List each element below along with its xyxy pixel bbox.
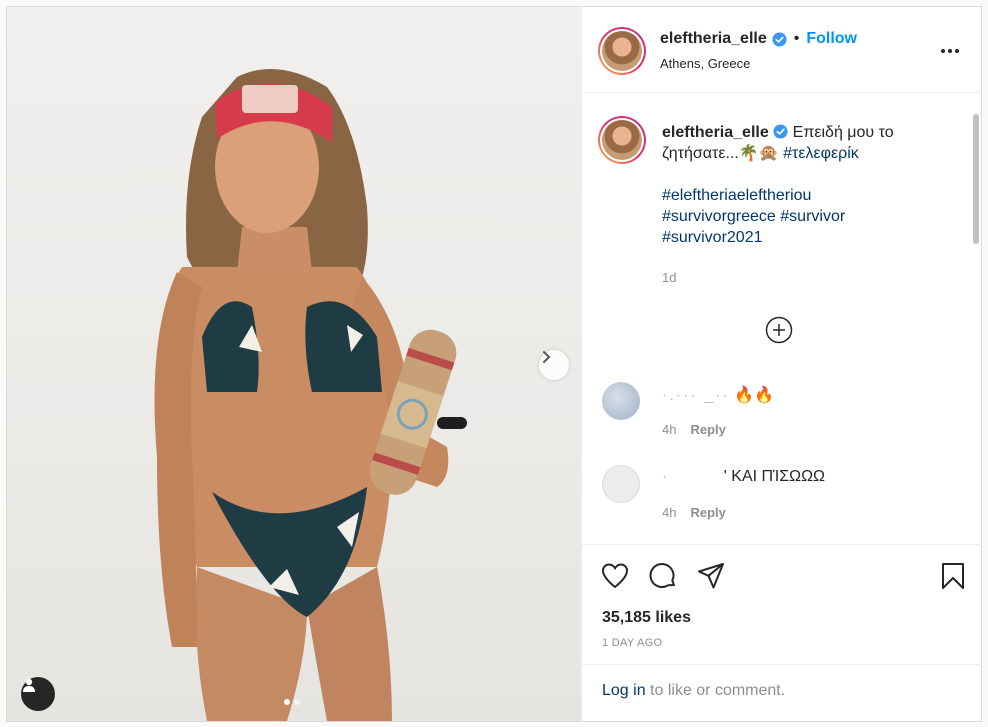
login-prompt-text: to like or comment. <box>645 682 786 699</box>
post-location[interactable]: Athens, Greece <box>660 56 750 71</box>
commenter-avatar[interactable] <box>602 382 640 420</box>
verified-badge-icon <box>772 31 787 47</box>
comment-meta: 4h Reply <box>662 505 726 520</box>
comment-body: 🔥🔥 <box>734 387 775 404</box>
author-username[interactable]: eleftheria_elle <box>660 30 767 48</box>
hashtag-link[interactable]: #eleftheriaeleftheriou <box>662 187 811 204</box>
comment-meta: 4h Reply <box>662 422 726 437</box>
caption-username[interactable]: eleftheria_elle <box>662 124 769 141</box>
comment-bubble-icon[interactable] <box>648 561 678 591</box>
next-image-button[interactable] <box>539 350 569 380</box>
post-photo[interactable] <box>7 7 581 721</box>
hashtag-link[interactable]: #survivorgreece <box>662 208 776 225</box>
plus-circle-icon <box>765 316 793 344</box>
carousel-dot-active <box>284 699 290 705</box>
blurred-username: ·.··· _·· <box>662 387 730 404</box>
caption-timestamp[interactable]: 1d <box>662 270 676 285</box>
tagged-users-button[interactable] <box>21 677 55 711</box>
photo-illustration <box>154 69 467 721</box>
login-prompt: Log in to like or comment. <box>582 664 982 721</box>
blurred-username: · <box>662 468 670 485</box>
comment-text: · ' ΚΑΙ ΠΊΣΩΩΩ <box>662 468 825 486</box>
comment-time[interactable]: 4h <box>662 505 676 520</box>
dot-separator: • <box>793 30 800 47</box>
comment-text: ·.··· _·· 🔥🔥 <box>662 385 774 405</box>
hashtag-link[interactable]: #survivor <box>780 208 845 225</box>
share-send-icon[interactable] <box>696 561 726 591</box>
comments-section[interactable]: eleftheria_elle Επειδή μου το ζητήσατε..… <box>582 94 982 544</box>
user-icon <box>23 678 35 692</box>
action-bar: 35,185 likes 1 DAY AGO <box>582 544 982 664</box>
chevron-right-icon <box>543 351 551 363</box>
more-options-icon[interactable] <box>941 41 961 61</box>
verified-badge-icon <box>773 124 788 139</box>
reply-button[interactable]: Reply <box>690 505 725 520</box>
like-heart-icon[interactable] <box>600 561 630 591</box>
comments-scrollbar[interactable] <box>973 114 979 244</box>
post-caption: eleftheria_elle Επειδή μου το ζητήσατε..… <box>662 122 952 248</box>
likes-count[interactable]: 35,185 likes <box>602 609 691 627</box>
post-header: eleftheria_elle • Follow Athens, Greece <box>582 7 981 93</box>
author-name-row: eleftheria_elle • Follow <box>660 30 857 48</box>
comment-time[interactable]: 4h <box>662 422 676 437</box>
post-date[interactable]: 1 DAY AGO <box>602 637 662 649</box>
comment-body: ' ΚΑΙ ΠΊΣΩΩΩ <box>723 468 825 485</box>
carousel-dot <box>294 699 300 705</box>
post-frame: eleftheria_elle • Follow Athens, Greece … <box>6 6 982 722</box>
save-bookmark-icon[interactable] <box>938 561 968 591</box>
caption-author-avatar[interactable] <box>598 116 646 164</box>
follow-button[interactable]: Follow <box>806 30 857 48</box>
login-link[interactable]: Log in <box>602 682 646 699</box>
hashtag-link[interactable]: #survivor2021 <box>662 229 763 246</box>
load-more-comments-button[interactable] <box>765 316 793 344</box>
post-side-panel: eleftheria_elle • Follow Athens, Greece … <box>581 7 982 721</box>
carousel-dots <box>284 699 300 705</box>
hashtag-link[interactable]: #τελεφερίκ <box>783 145 859 162</box>
reply-button[interactable]: Reply <box>690 422 725 437</box>
commenter-avatar[interactable] <box>602 465 640 503</box>
author-avatar[interactable] <box>598 27 646 75</box>
